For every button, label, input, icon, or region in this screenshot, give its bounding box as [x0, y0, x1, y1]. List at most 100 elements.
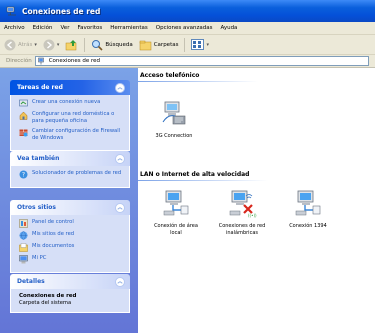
network-tasks-title: Tareas de red — [17, 84, 63, 91]
back-button[interactable]: Atrás ▾ — [4, 39, 37, 51]
menu-favoritos[interactable]: Favoritos — [77, 25, 102, 31]
firewire-connection-icon — [295, 190, 321, 216]
connection-label: Conexión 1394 — [289, 223, 327, 229]
place-control-panel[interactable]: Panel de control — [19, 219, 123, 228]
window-title: Conexiones de red — [22, 6, 101, 16]
place-label: Panel de control — [32, 219, 74, 225]
place-my-documents[interactable]: Mis documentos — [19, 243, 123, 252]
group-title-dialup: Acceso telefónico — [140, 72, 200, 79]
place-my-computer[interactable]: Mi PC — [19, 255, 123, 264]
firewall-icon — [19, 129, 28, 137]
toolbar-separator-2 — [184, 37, 186, 52]
troubleshooter-icon: ? — [19, 170, 28, 179]
chevron-up-icon[interactable]: ︽ — [115, 82, 125, 93]
menu-herramientas[interactable]: Herramientas — [110, 25, 147, 31]
new-connection-icon — [19, 99, 28, 107]
task-pane: Tareas de red ︽ Crear una conexión nueva… — [0, 68, 138, 333]
menu-ayuda[interactable]: Ayuda — [220, 25, 237, 31]
task-firewall[interactable]: Cambiar configuración de Firewall de Win… — [19, 128, 123, 142]
details-description: Carpeta del sistema — [19, 300, 72, 306]
details-header[interactable]: Detalles ︽ — [10, 274, 130, 289]
other-places-body: Panel de control Mis sitios de red Mis d… — [10, 215, 130, 273]
task-troubleshooter[interactable]: ? Solucionador de problemas de red — [19, 170, 123, 179]
chevron-up-icon[interactable]: ︽ — [115, 202, 125, 213]
connection-1394[interactable]: Conexión 1394 — [280, 188, 336, 230]
details-name: Conexiones de red — [19, 293, 77, 299]
my-documents-icon — [19, 243, 28, 252]
network-tasks-header[interactable]: Tareas de red ︽ — [10, 80, 130, 95]
connection-label: Conexiones de red inalámbricas — [218, 223, 266, 236]
task-label: Cambiar configuración de Firewall de Win… — [32, 128, 121, 141]
connection-local-area[interactable]: Conexión de área local — [148, 188, 204, 237]
details-title: Detalles — [17, 278, 45, 285]
network-connections-icon[interactable] — [6, 5, 18, 17]
back-arrow-icon — [4, 39, 16, 50]
folders-button[interactable]: Carpetas — [139, 39, 179, 51]
group-title-lan: LAN o Internet de alta velocidad — [140, 171, 250, 178]
control-panel-icon — [19, 219, 28, 228]
group-divider — [138, 180, 268, 181]
see-also-body: ? Solucionador de problemas de red — [10, 166, 130, 188]
folders-label: Carpetas — [153, 41, 179, 48]
other-places-header[interactable]: Otros sitios ︽ — [10, 200, 130, 215]
dialup-connection-icon — [162, 101, 186, 125]
back-label: Atrás — [18, 41, 33, 48]
network-tasks-panel: Tareas de red ︽ Crear una conexión nueva… — [10, 80, 130, 151]
chevron-up-icon[interactable]: ︽ — [115, 276, 125, 287]
chevron-up-icon[interactable]: ︽ — [115, 153, 125, 164]
network-folder-icon — [37, 57, 44, 65]
network-places-icon — [19, 231, 28, 240]
address-label: Dirección — [6, 58, 32, 64]
wireless-connection-disabled-icon: ((•)) — [229, 190, 257, 218]
see-also-panel: Vea también ︽ ? Solucionador de problema… — [10, 151, 130, 188]
toolbar: Atrás ▾ ▾ Búsqueda Carpetas ▾ — [0, 35, 375, 55]
place-label: Mis documentos — [32, 243, 75, 249]
forward-dropdown-icon[interactable]: ▾ — [57, 42, 60, 48]
place-label: Mis sitios de red — [32, 231, 75, 237]
up-folder-button[interactable] — [65, 39, 78, 51]
up-folder-icon — [66, 39, 77, 50]
connection-3g[interactable]: 3G Connection — [146, 98, 202, 140]
connection-label: 3G Connection — [155, 133, 193, 139]
home-network-icon — [19, 111, 28, 120]
views-icon — [191, 39, 205, 50]
svg-text:((•)): ((•)) — [248, 213, 257, 218]
details-body: Conexiones de red Carpeta del sistema — [10, 289, 130, 313]
task-create-connection[interactable]: Crear una conexión nueva — [19, 99, 123, 108]
lan-connection-icon — [163, 190, 189, 216]
content-area: Acceso telefónico 3G Connection LAN o In… — [138, 68, 375, 333]
see-also-title: Vea también — [17, 155, 60, 162]
address-input[interactable]: Conexiones de red — [34, 56, 369, 66]
menu-edicion[interactable]: Edición — [33, 25, 53, 31]
place-network-places[interactable]: Mis sitios de red — [19, 231, 123, 240]
menu-ver[interactable]: Ver — [60, 25, 69, 31]
back-dropdown-icon[interactable]: ▾ — [34, 42, 37, 48]
search-button[interactable]: Búsqueda — [91, 39, 133, 51]
svg-text:?: ? — [22, 172, 25, 179]
group-divider — [138, 81, 258, 82]
title-bar: Conexiones de red — [0, 0, 375, 22]
network-tasks-body: Crear una conexión nueva Configurar una … — [10, 95, 130, 151]
connection-label: Conexión de área local — [154, 223, 198, 236]
search-label: Búsqueda — [105, 41, 133, 48]
place-label: Mi PC — [32, 255, 47, 261]
menu-bar: Archivo Edición Ver Favoritos Herramient… — [0, 22, 375, 35]
folders-icon — [139, 40, 151, 50]
other-places-panel: Otros sitios ︽ Panel de control Mis siti… — [10, 200, 130, 273]
menu-archivo[interactable]: Archivo — [4, 25, 25, 31]
address-bar: Dirección Conexiones de red — [0, 55, 375, 68]
connection-wireless[interactable]: ((•)) Conexiones de red inalámbricas — [214, 188, 270, 237]
address-value: Conexiones de red — [48, 58, 100, 64]
toolbar-separator — [84, 37, 86, 52]
task-label: Solucionador de problemas de red — [32, 170, 122, 176]
task-label: Configurar una red doméstica o para pequ… — [32, 111, 115, 124]
views-button[interactable]: ▾ — [191, 39, 209, 50]
task-label: Crear una conexión nueva — [32, 99, 101, 105]
see-also-header[interactable]: Vea también ︽ — [10, 151, 130, 166]
search-icon — [92, 39, 103, 51]
task-home-network[interactable]: Configurar una red doméstica o para pequ… — [19, 111, 123, 125]
forward-button[interactable]: ▾ — [43, 39, 60, 51]
views-dropdown-icon[interactable]: ▾ — [206, 42, 209, 48]
menu-opciones-avanzadas[interactable]: Opciones avanzadas — [156, 25, 213, 31]
details-panel: Detalles ︽ Conexiones de red Carpeta del… — [10, 274, 130, 313]
